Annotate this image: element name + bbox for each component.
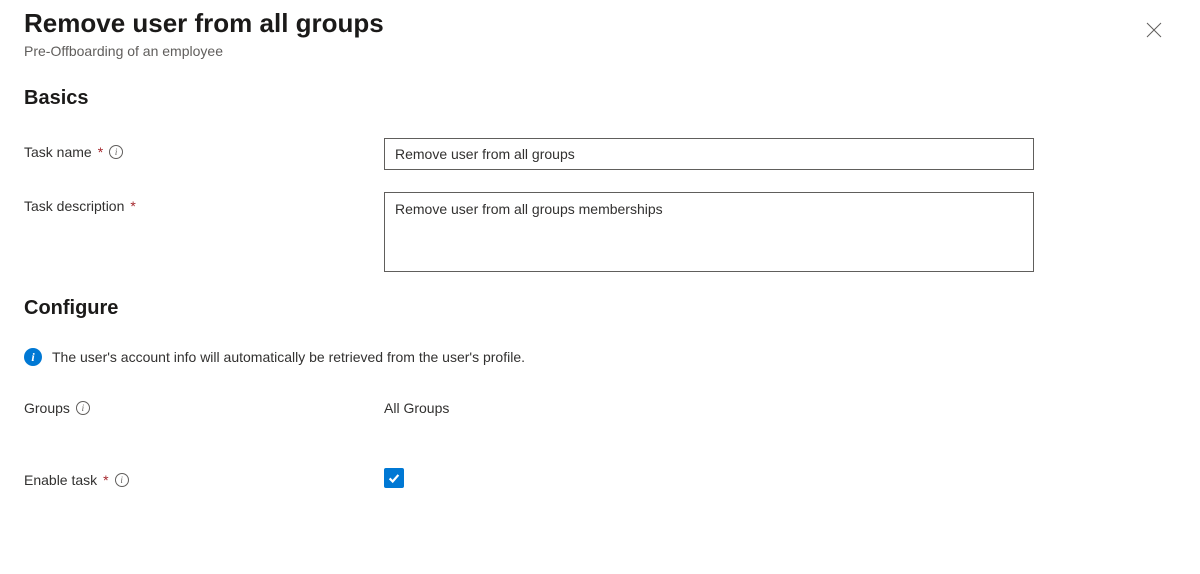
task-description-label: Task description bbox=[24, 198, 124, 214]
enable-task-label: Enable task bbox=[24, 472, 97, 488]
groups-label: Groups bbox=[24, 400, 70, 416]
basics-heading: Basics bbox=[24, 87, 1176, 110]
info-icon[interactable]: i bbox=[115, 473, 129, 487]
page-subtitle: Pre-Offboarding of an employee bbox=[24, 43, 1176, 59]
groups-value: All Groups bbox=[384, 394, 1034, 416]
close-button[interactable] bbox=[1138, 14, 1170, 46]
enable-task-checkbox[interactable] bbox=[384, 468, 404, 488]
info-banner-text: The user's account info will automatical… bbox=[52, 349, 525, 365]
close-icon bbox=[1146, 22, 1162, 38]
task-description-input[interactable] bbox=[384, 192, 1034, 272]
task-name-label: Task name bbox=[24, 144, 92, 160]
page-title: Remove user from all groups bbox=[24, 8, 1176, 39]
required-indicator: * bbox=[103, 472, 108, 488]
task-name-input[interactable] bbox=[384, 138, 1034, 170]
checkmark-icon bbox=[387, 471, 401, 485]
info-icon[interactable]: i bbox=[76, 401, 90, 415]
configure-heading: Configure bbox=[24, 297, 1176, 320]
info-icon: i bbox=[24, 348, 42, 366]
required-indicator: * bbox=[130, 198, 135, 214]
required-indicator: * bbox=[98, 144, 103, 160]
info-icon[interactable]: i bbox=[109, 145, 123, 159]
